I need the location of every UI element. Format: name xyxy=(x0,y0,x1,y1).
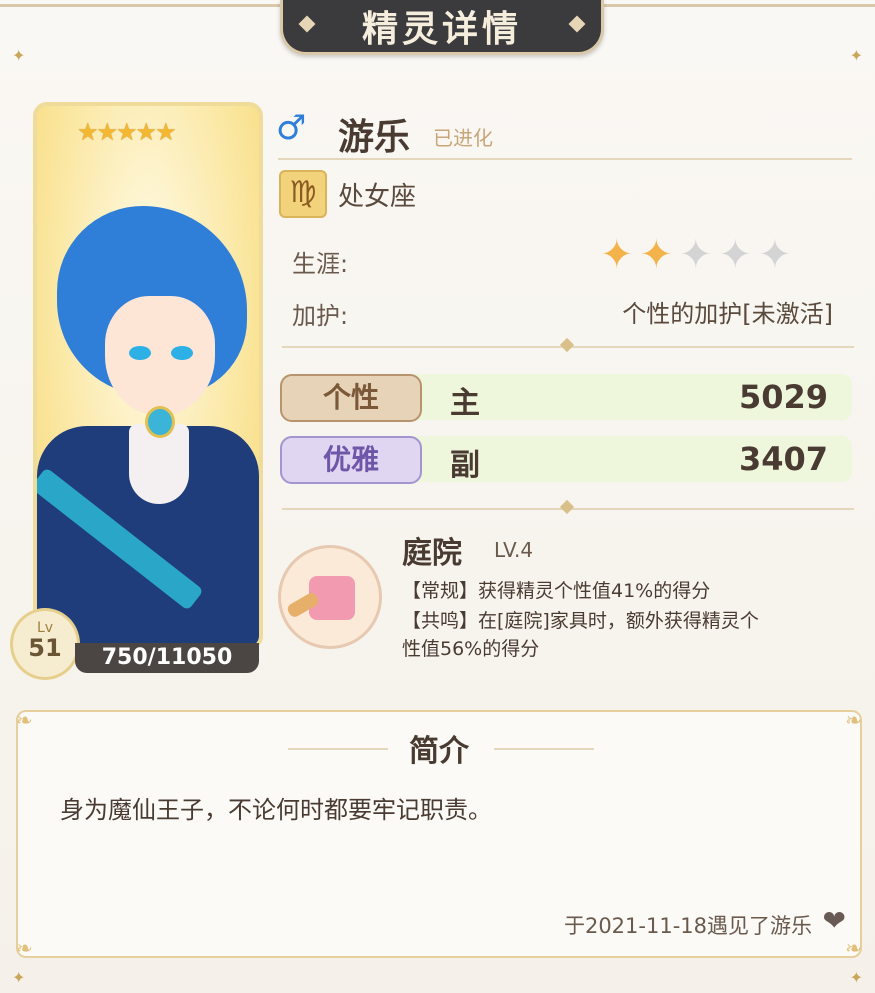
character-gem xyxy=(145,406,175,438)
evolved-status: 已进化 xyxy=(433,126,493,150)
heart-icon[interactable]: ❤ xyxy=(823,904,846,937)
stat-role: 主 xyxy=(450,386,480,421)
section-divider xyxy=(282,499,854,515)
header-diamond-icon xyxy=(298,15,316,33)
corner-ornament-icon: ✦ xyxy=(849,968,863,987)
divider-diamond-icon xyxy=(559,337,575,353)
rarity-stars-icon: ★★★★★ xyxy=(77,118,177,146)
page-header: 精灵详情 xyxy=(280,0,604,55)
character-face xyxy=(105,296,215,416)
stat-value: 3407 xyxy=(738,440,828,478)
zodiac-label: 处女座 xyxy=(338,182,417,212)
career-star-filled-icon: ✦✦ xyxy=(600,232,680,278)
intro-corner-icon: ❧ xyxy=(845,936,862,960)
career-label: 生涯: xyxy=(292,250,349,278)
name-divider xyxy=(278,158,852,160)
level-badge: Lv 51 xyxy=(10,608,80,680)
level-value: 51 xyxy=(28,634,62,662)
blessing-value: 个性的加护[未激活] xyxy=(622,300,833,328)
met-date: 于2021-11-18遇见了游乐 xyxy=(563,914,812,938)
corner-ornament-icon: ✦ xyxy=(12,46,26,65)
watering-can-icon[interactable] xyxy=(278,545,382,649)
furniture-level: LV.4 xyxy=(494,538,534,562)
section-divider xyxy=(282,337,854,353)
furniture-effect-normal: 【常规】获得精灵个性值41%的得分 xyxy=(402,580,711,602)
attribute-badge-individuality: 个性 xyxy=(280,374,422,422)
stat-role: 副 xyxy=(450,448,480,483)
virgo-icon: ♍ xyxy=(279,170,327,218)
career-star-empty-icon: ✦✦✦ xyxy=(679,232,798,278)
exp-progress: 750/11050 xyxy=(75,643,259,673)
corner-ornament-icon: ✦ xyxy=(849,46,863,65)
character-eye xyxy=(171,346,193,360)
stat-row-main: 个性 主 5029 xyxy=(280,374,852,422)
blessing-label: 加护: xyxy=(292,302,349,330)
stat-row-sub: 优雅 副 3407 xyxy=(280,436,852,484)
page-title: 精灵详情 xyxy=(361,9,522,50)
attribute-badge-elegance: 优雅 xyxy=(280,436,422,484)
intro-panel: ❧ ❧ ❧ ❧ 简介 身为魔仙王子，不论何时都要牢记职责。 于2021-11-1… xyxy=(16,708,862,960)
level-label: Lv xyxy=(36,620,54,636)
header-diamond-icon xyxy=(568,15,586,33)
intro-text: 身为魔仙王子，不论何时都要牢记职责。 xyxy=(60,796,492,824)
stat-value: 5029 xyxy=(738,378,828,416)
character-eye xyxy=(129,346,151,360)
furniture-effect-resonance: 【共鸣】在[庭院]家具时，额外获得精灵个 xyxy=(402,610,759,632)
spirit-name: 游乐 xyxy=(338,117,411,158)
intro-title: 简介 xyxy=(409,734,469,769)
intro-corner-icon: ❧ xyxy=(16,936,33,960)
career-stars: ✦✦✦✦✦ xyxy=(600,232,798,278)
divider-diamond-icon xyxy=(559,499,575,515)
spirit-detail-panel: ✦ ✦ ✦ ✦ 精灵详情 ★★★★★ Lv 51 750/11050 ♂ 游乐 … xyxy=(0,0,875,993)
furniture-name: 庭院 xyxy=(402,536,462,571)
male-gender-icon: ♂ xyxy=(276,108,307,148)
corner-ornament-icon: ✦ xyxy=(12,968,26,987)
furniture-effect-resonance-cont: 性值56%的得分 xyxy=(402,638,540,660)
character-card[interactable]: ★★★★★ xyxy=(33,102,263,650)
